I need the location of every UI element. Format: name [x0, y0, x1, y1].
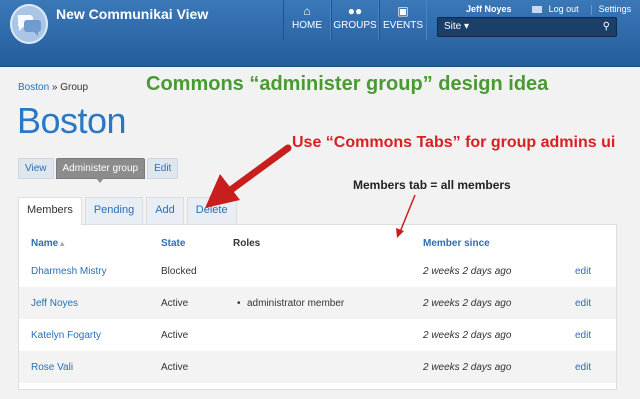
- annotation-arrows: [205, 144, 416, 238]
- tab-members[interactable]: Members: [18, 197, 82, 225]
- red-arrow: [205, 144, 292, 208]
- members-tab-arrow: [396, 194, 416, 238]
